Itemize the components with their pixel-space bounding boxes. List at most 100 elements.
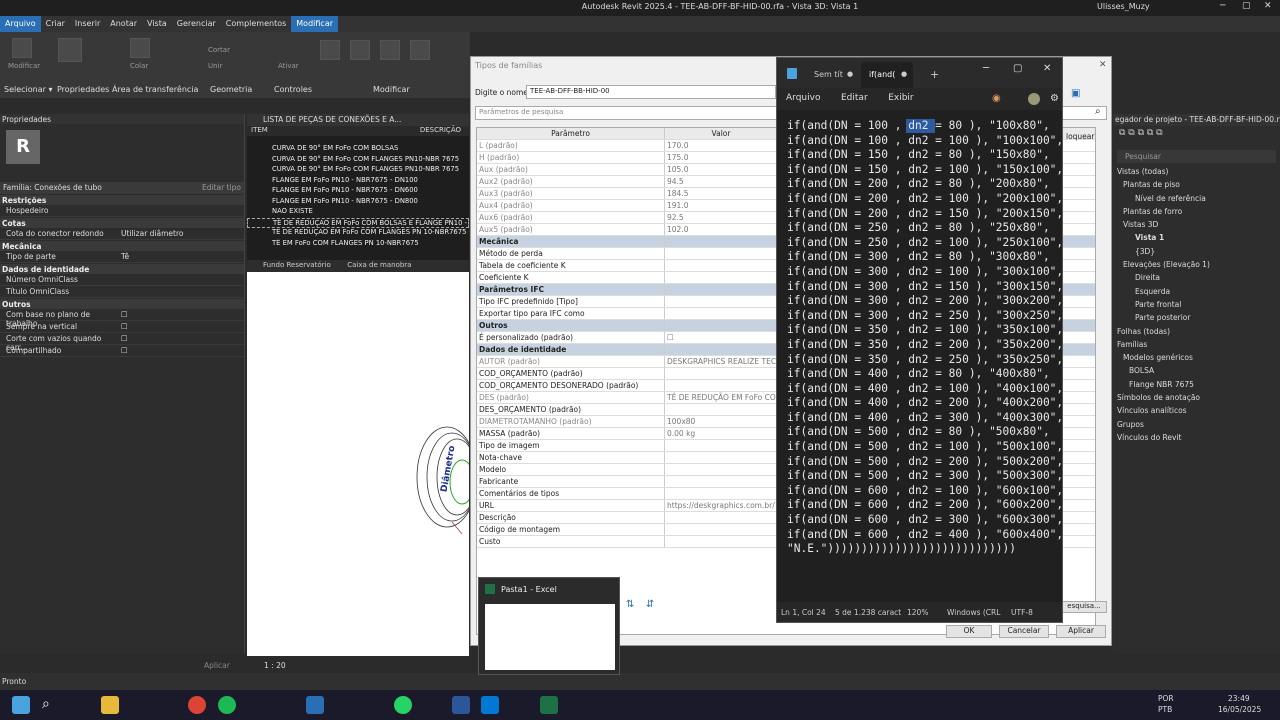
param-value[interactable] bbox=[665, 248, 777, 259]
param-value[interactable] bbox=[665, 524, 777, 535]
move-icon[interactable] bbox=[410, 40, 430, 60]
avatar[interactable] bbox=[1028, 93, 1040, 105]
prop-row[interactable]: Com base no plano de trabalho ☐ bbox=[0, 309, 244, 328]
prop-value[interactable]: ☐ bbox=[121, 322, 128, 331]
edit-type-button[interactable]: Editar tipo bbox=[202, 183, 241, 193]
param-value[interactable]: 170.0 bbox=[665, 140, 777, 151]
dialog-close-icon[interactable]: ✕ bbox=[1099, 60, 1107, 70]
param-value[interactable] bbox=[665, 284, 777, 295]
menu-np-editar[interactable]: Editar bbox=[841, 93, 868, 103]
tab-caixa[interactable]: Caixa de manobra bbox=[347, 261, 411, 269]
param-value[interactable]: 100x80 bbox=[665, 416, 777, 427]
prop-section-header[interactable]: Restrições bbox=[0, 195, 244, 205]
tray-language[interactable]: POR bbox=[1158, 694, 1174, 703]
param-value[interactable]: 92.5 bbox=[665, 212, 777, 223]
3d-view-canvas[interactable]: Diâmetro bbox=[247, 272, 478, 656]
param-value[interactable] bbox=[665, 380, 777, 391]
minimize-icon[interactable]: ─ bbox=[1220, 1, 1225, 11]
schedule-row[interactable]: CURVA DE 90° EM FoFo COM FLANGES PN10-NB… bbox=[247, 165, 469, 176]
browser-item[interactable]: Vistas (todas) bbox=[1113, 167, 1280, 180]
align-icon[interactable] bbox=[320, 40, 340, 60]
type-selector[interactable]: Família: Conexões de tubo Editar tipo bbox=[0, 182, 244, 194]
schedule-row[interactable]: NÃO EXISTE bbox=[247, 207, 469, 218]
np-close-icon[interactable]: ✕ bbox=[1043, 63, 1051, 74]
whatsapp-icon[interactable] bbox=[394, 696, 412, 714]
param-value[interactable] bbox=[665, 236, 777, 247]
props-apply-button[interactable]: Aplicar bbox=[204, 661, 230, 670]
menu-complementos[interactable]: Complementos bbox=[221, 16, 291, 32]
menu-np-exibir[interactable]: Exibir bbox=[888, 93, 913, 103]
browser-item[interactable]: Grupos bbox=[1113, 420, 1280, 433]
param-value[interactable]: DESKGRAPHICS REALIZE TECNO bbox=[665, 356, 777, 367]
param-value[interactable] bbox=[665, 452, 777, 463]
modify-tool-icon[interactable] bbox=[12, 38, 32, 58]
menu-anotar[interactable]: Anotar bbox=[105, 16, 142, 32]
prop-value[interactable]: ☐ bbox=[121, 334, 128, 343]
browser-item[interactable]: BOLSA bbox=[1113, 366, 1280, 379]
prop-section-header[interactable]: Cotas bbox=[0, 218, 244, 228]
schedule-row[interactable]: TÊ DE REDUÇÃO EM FoFo COM BOLSAS E FLANG… bbox=[247, 217, 469, 228]
browser-item[interactable]: Elevações (Elevação 1) bbox=[1113, 260, 1280, 273]
prop-section-header[interactable]: Outros bbox=[0, 299, 244, 309]
param-value[interactable]: 175.0 bbox=[665, 152, 777, 163]
menu-arquivo[interactable]: Arquivo bbox=[0, 16, 41, 32]
maximize-icon[interactable]: ▢ bbox=[1242, 1, 1251, 11]
browser-item[interactable]: Parte posterior bbox=[1113, 313, 1280, 326]
schedule-row[interactable]: CURVA DE 90° EM FoFo COM BOLSAS bbox=[247, 144, 469, 155]
user-name[interactable]: Ulisses_Muzy bbox=[1097, 2, 1150, 11]
param-value[interactable] bbox=[665, 476, 777, 487]
param-value[interactable]: 102.0 bbox=[665, 224, 777, 235]
param-value[interactable] bbox=[665, 440, 777, 451]
np-maximize-icon[interactable]: ▢ bbox=[1013, 63, 1022, 74]
param-value[interactable]: 191.0 bbox=[665, 200, 777, 211]
prop-row[interactable]: Cota do conector redondo Utilizar diâmetr… bbox=[0, 228, 244, 240]
param-value[interactable]: 184.5 bbox=[665, 188, 777, 199]
browser-item[interactable]: Vínculos do Revit bbox=[1113, 433, 1280, 446]
prop-value[interactable]: Tê bbox=[121, 252, 129, 261]
start-icon[interactable] bbox=[12, 696, 30, 714]
param-value[interactable] bbox=[665, 260, 777, 271]
settings-gear-icon[interactable]: ⚙ bbox=[1050, 93, 1059, 104]
param-value[interactable] bbox=[665, 320, 777, 331]
prop-section-header[interactable]: Dados de identidade bbox=[0, 264, 244, 274]
tray-date[interactable]: 16/05/2025 bbox=[1218, 705, 1261, 714]
prop-row[interactable]: Compartilhado ☐ bbox=[0, 345, 244, 357]
prop-row[interactable]: Tipo de parte Tê bbox=[0, 251, 244, 263]
excel-preview-thumbnail[interactable]: Pasta1 - Excel bbox=[478, 577, 620, 675]
param-value[interactable] bbox=[665, 512, 777, 523]
browser-item[interactable]: Plantas de forro bbox=[1113, 207, 1280, 220]
browser-item[interactable]: Vistas 3D bbox=[1113, 220, 1280, 233]
copilot-icon[interactable]: ◉ bbox=[992, 93, 1001, 104]
prop-value[interactable]: ☐ bbox=[121, 310, 128, 319]
param-value[interactable]: ☐ bbox=[665, 332, 777, 343]
menu-modificar[interactable]: Modificar bbox=[291, 16, 339, 32]
browser-item[interactable]: {3D} bbox=[1113, 247, 1280, 260]
param-value[interactable] bbox=[665, 404, 777, 415]
param-value[interactable] bbox=[665, 536, 777, 547]
cancel-button[interactable]: Cancelar bbox=[999, 625, 1049, 638]
param-value[interactable]: 94.5 bbox=[665, 176, 777, 187]
param-value[interactable]: TÊ DE REDUÇÃO EM FoFo COM bbox=[665, 392, 777, 403]
param-value[interactable] bbox=[665, 368, 777, 379]
tab-untitled[interactable]: Sem tít bbox=[814, 70, 843, 79]
menu-inserir[interactable]: Inserir bbox=[70, 16, 105, 32]
prop-section-header[interactable]: Mecânica bbox=[0, 241, 244, 251]
tab-fundo[interactable]: Fundo Reservatório bbox=[263, 261, 331, 269]
apply-button[interactable]: Aplicar bbox=[1056, 625, 1106, 638]
file-explorer-icon[interactable] bbox=[101, 696, 119, 714]
menu-criar[interactable]: Criar bbox=[41, 16, 70, 32]
param-value[interactable] bbox=[665, 308, 777, 319]
tray-layout[interactable]: PTB bbox=[1158, 705, 1172, 714]
param-value[interactable] bbox=[665, 464, 777, 475]
close-icon[interactable]: ✕ bbox=[1264, 1, 1272, 11]
view-scale[interactable]: 1 : 20 bbox=[264, 661, 286, 670]
word-icon[interactable] bbox=[452, 696, 470, 714]
param-value[interactable]: 105.0 bbox=[665, 164, 777, 175]
browser-item[interactable]: Folhas (todas) bbox=[1113, 327, 1280, 340]
browser-item[interactable]: Famílias bbox=[1113, 340, 1280, 353]
browser-search-input[interactable]: Pesquisar bbox=[1117, 150, 1276, 163]
browser-item[interactable]: Esquerda bbox=[1113, 287, 1280, 300]
prop-value[interactable]: ☐ bbox=[121, 346, 128, 355]
sort-descending-icon[interactable]: ⇵ bbox=[646, 599, 654, 610]
schedule-row[interactable]: TÊ DE REDUÇÃO EM FoFo COM FLANGES PN 10-… bbox=[247, 228, 469, 239]
